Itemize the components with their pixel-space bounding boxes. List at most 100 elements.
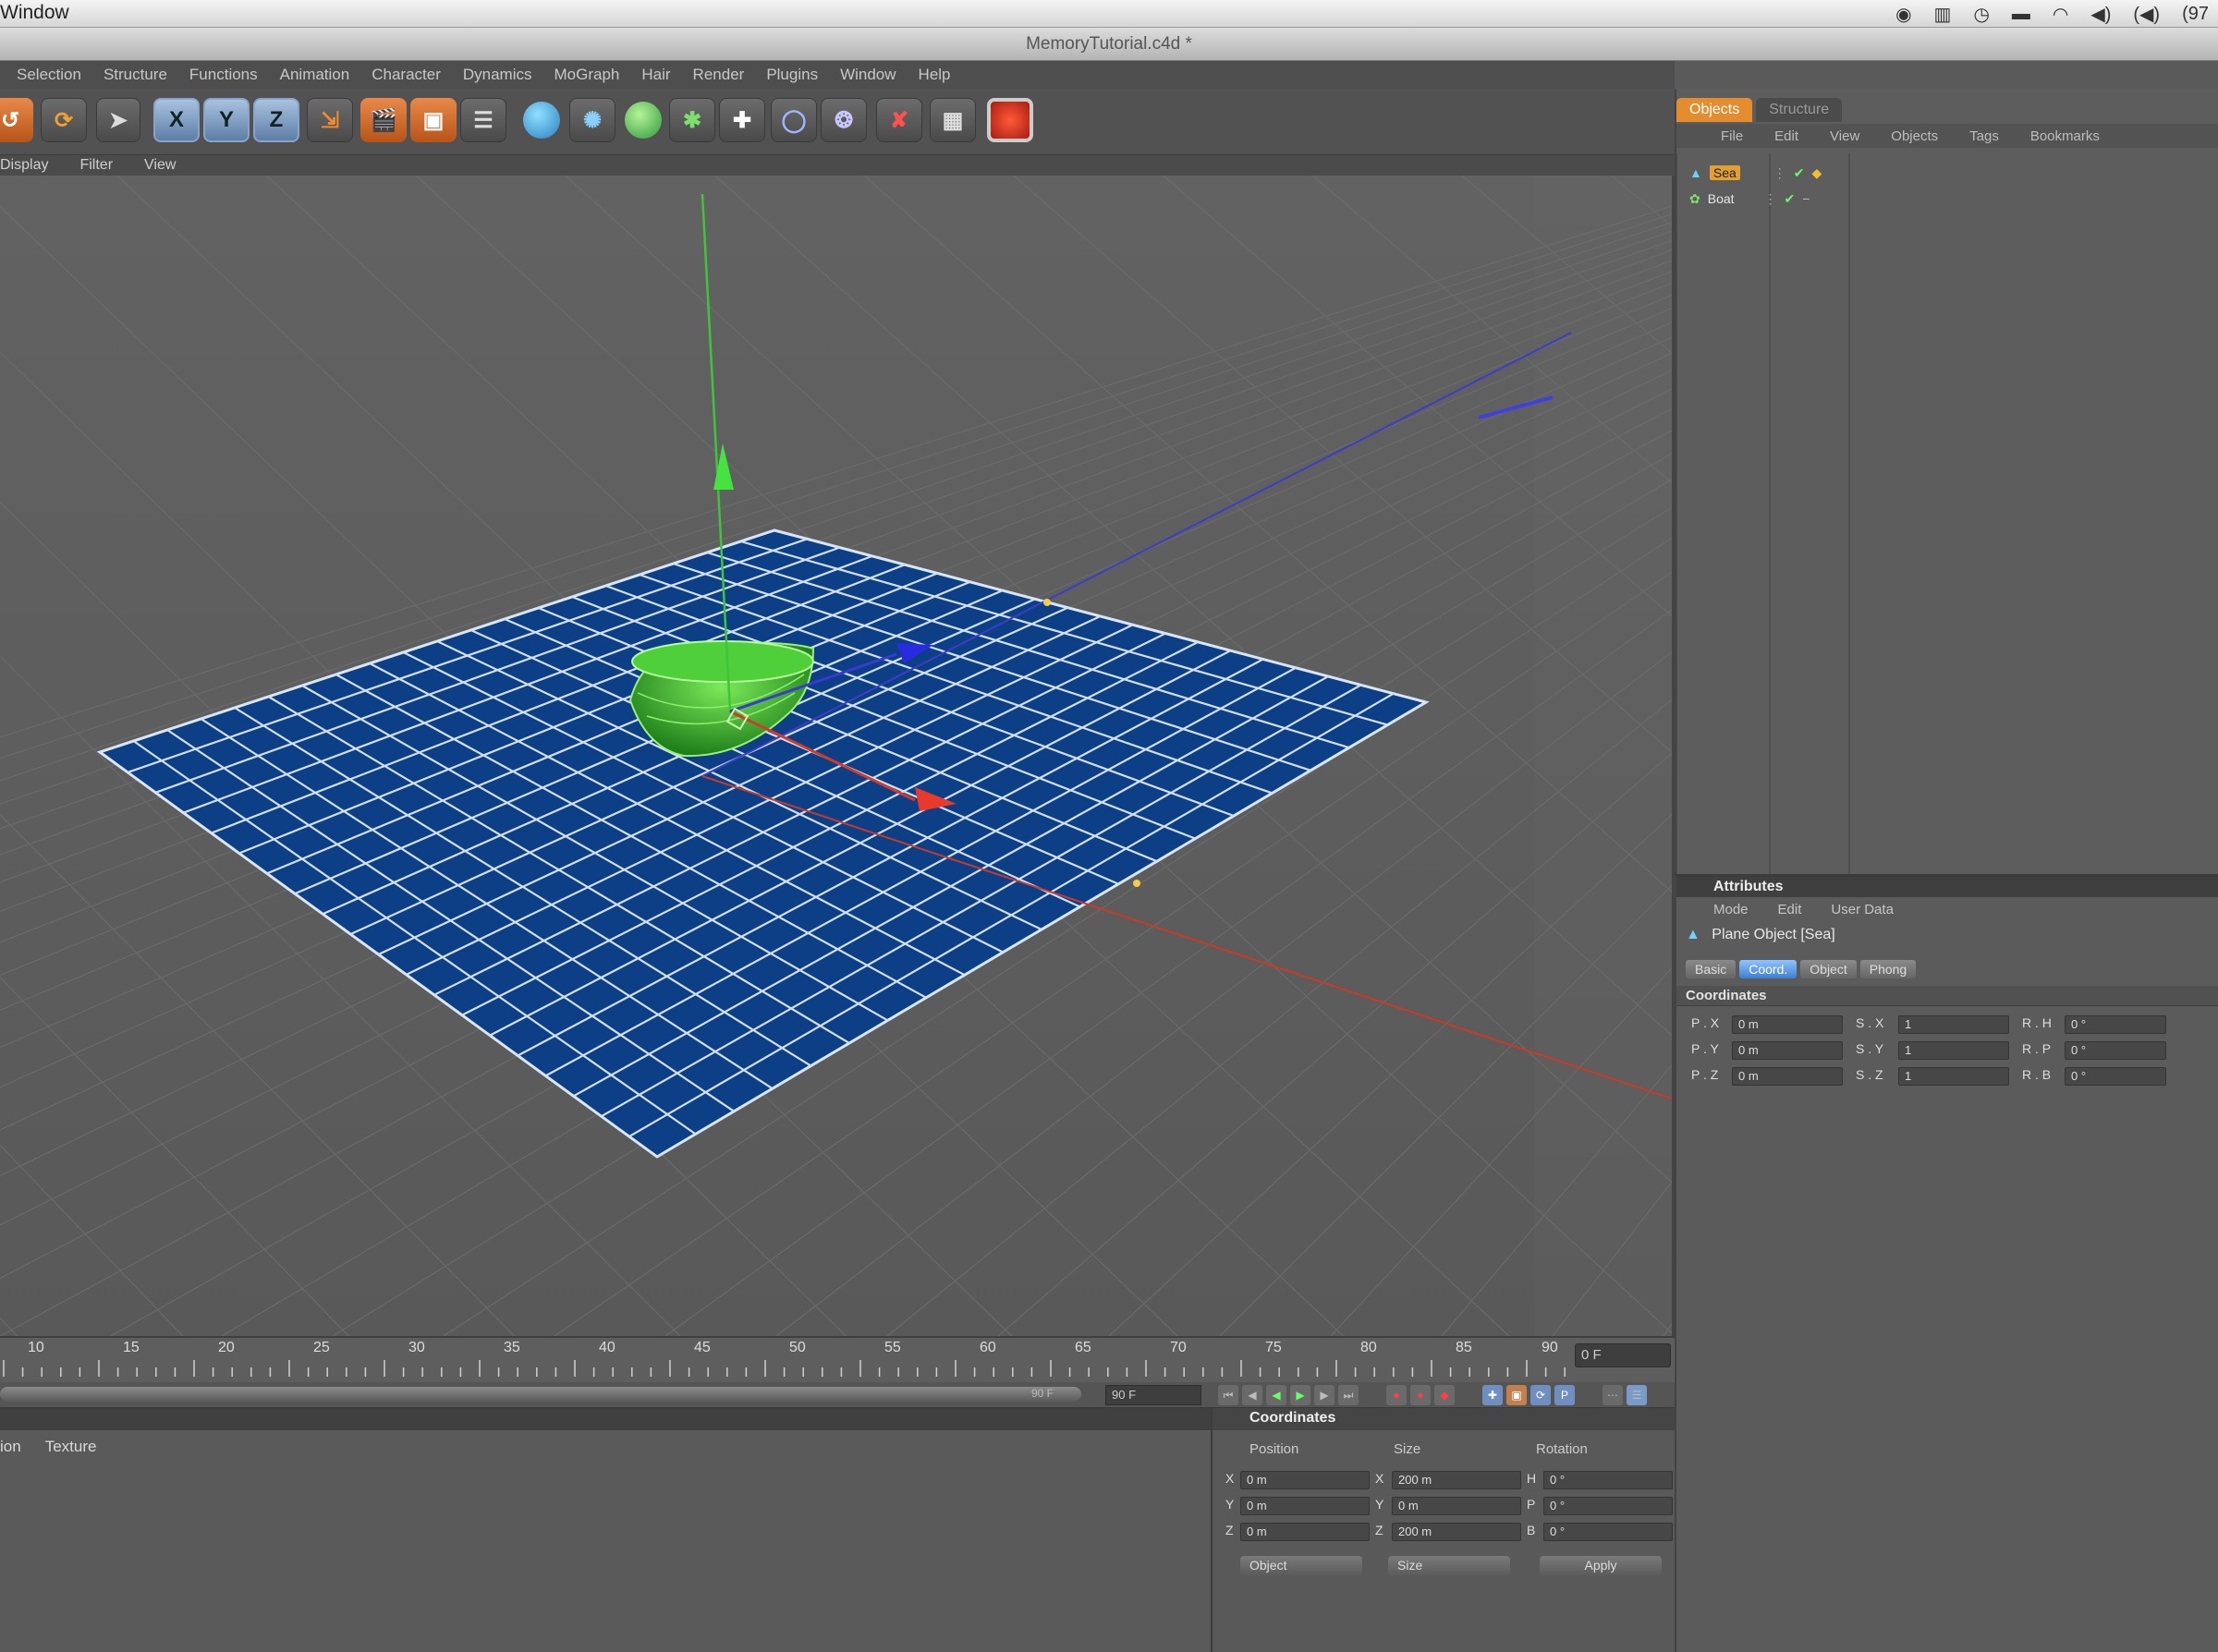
position-key-icon[interactable]: ✚: [1482, 1385, 1503, 1405]
tab-coord[interactable]: Coord.: [1739, 960, 1798, 978]
viewport-menu-display[interactable]: Display: [0, 157, 48, 174]
phong-tag-icon[interactable]: −: [1802, 191, 1810, 206]
spline-pen-icon[interactable]: ✺: [569, 98, 615, 142]
z-axis-lock-button[interactable]: Z: [253, 98, 299, 142]
size-z-field[interactable]: 200 m: [1392, 1523, 1521, 1541]
go-to-start-icon[interactable]: ⏮: [1218, 1385, 1238, 1405]
rotate-tool-icon[interactable]: ⟳: [41, 98, 87, 142]
tab-basic[interactable]: Basic: [1686, 960, 1737, 978]
menu-structure[interactable]: Structure: [104, 66, 167, 84]
material-menu-function[interactable]: ion: [0, 1438, 21, 1456]
material-menu-texture[interactable]: Texture: [45, 1438, 97, 1456]
position-y-field[interactable]: 0 m: [1240, 1497, 1370, 1515]
coord-mode-dropdown[interactable]: Object: [1240, 1556, 1362, 1576]
perspective-viewport[interactable]: [0, 176, 1675, 1336]
timeline-range-slider[interactable]: 90 F: [0, 1387, 1081, 1402]
coordinate-system-icon[interactable]: ⇲: [307, 98, 353, 142]
rotation-h-field[interactable]: 0 °: [1543, 1471, 1673, 1489]
object-name-sea[interactable]: Sea: [1709, 165, 1740, 180]
go-to-end-icon[interactable]: ⏭: [1338, 1385, 1359, 1405]
plane-handle-point[interactable]: [1133, 880, 1140, 887]
display-icon[interactable]: ▥: [1934, 3, 1952, 26]
play-forward-icon[interactable]: ▶: [1290, 1385, 1310, 1405]
autokey-icon[interactable]: ●: [1410, 1385, 1431, 1405]
position-z-field[interactable]: 0 m: [1240, 1523, 1370, 1541]
keyframe-selection-icon[interactable]: ◆: [1434, 1385, 1455, 1405]
attr-menu-mode[interactable]: Mode: [1713, 902, 1749, 917]
menu-hair[interactable]: Hair: [641, 66, 670, 84]
position-z-param[interactable]: 0 m: [1732, 1067, 1843, 1086]
timeline-ruler[interactable]: 10 15 20 25 30 35 40 45 50 55 60 65 70 7…: [0, 1336, 1675, 1382]
cube-primitive-icon[interactable]: [523, 102, 560, 139]
menu-plugins[interactable]: Plugins: [766, 66, 818, 84]
visibility-dots-icon[interactable]: ⋮: [1773, 165, 1786, 181]
layout-icon[interactable]: ▦: [930, 98, 976, 142]
audio-icon[interactable]: (◀): [2133, 3, 2160, 26]
plane-handle-point[interactable]: [1043, 599, 1051, 606]
battery-status[interactable]: (97: [2182, 4, 2209, 25]
previous-key-icon[interactable]: ◀: [1242, 1385, 1262, 1405]
render-picture-viewer-icon[interactable]: ▣: [410, 98, 457, 142]
monitor-icon[interactable]: ▬: [2012, 4, 2030, 25]
y-axis-lock-button[interactable]: Y: [203, 98, 250, 142]
scale-x-param[interactable]: 1: [1898, 1015, 2009, 1034]
menu-mograph[interactable]: MoGraph: [554, 66, 620, 84]
apply-button[interactable]: Apply: [1540, 1556, 1662, 1576]
render-view-icon[interactable]: 🎬: [360, 98, 407, 142]
menu-functions[interactable]: Functions: [189, 66, 258, 84]
object-row-boat[interactable]: ✿ Boat ⋮ ✔ −: [1689, 187, 1810, 211]
object-name-boat[interactable]: Boat: [1708, 191, 1735, 206]
current-frame-field[interactable]: 0 F: [1575, 1343, 1671, 1367]
scale-y-param[interactable]: 1: [1898, 1041, 2009, 1060]
size-x-field[interactable]: 200 m: [1392, 1471, 1521, 1489]
x-axis-lock-button[interactable]: X: [153, 98, 200, 142]
select-arrow-icon[interactable]: ➤: [96, 98, 140, 142]
position-x-field[interactable]: 0 m: [1240, 1471, 1370, 1489]
enabled-check-icon[interactable]: ✔: [1794, 165, 1805, 181]
size-y-field[interactable]: 0 m: [1392, 1497, 1521, 1515]
camera-icon[interactable]: ❂: [821, 98, 867, 142]
time-machine-icon[interactable]: ◷: [1973, 3, 1989, 26]
rotation-p-param[interactable]: 0 °: [2065, 1041, 2166, 1060]
rotation-key-icon[interactable]: ⟳: [1530, 1385, 1551, 1405]
attr-menu-edit[interactable]: Edit: [1778, 902, 1802, 917]
wifi-icon[interactable]: ◠: [2053, 3, 2068, 26]
rotation-p-field[interactable]: 0 °: [1543, 1497, 1673, 1515]
enabled-check-icon[interactable]: ✔: [1785, 191, 1796, 207]
screen-record-icon[interactable]: ◉: [1895, 3, 1911, 26]
om-menu-tags[interactable]: Tags: [1969, 128, 1999, 144]
rotation-b-param[interactable]: 0 °: [2065, 1067, 2166, 1086]
menu-animation[interactable]: Animation: [280, 66, 350, 84]
volume-icon[interactable]: ◀): [2090, 3, 2111, 26]
viewport-menu-filter[interactable]: Filter: [79, 157, 113, 174]
tab-phong[interactable]: Phong: [1859, 960, 1917, 978]
menu-help[interactable]: Help: [919, 66, 951, 84]
scale-z-param[interactable]: 1: [1898, 1067, 2009, 1086]
texture-tag-icon[interactable]: ◆: [1812, 165, 1822, 181]
parameter-key-icon[interactable]: P: [1554, 1385, 1575, 1405]
light-icon[interactable]: ✘: [876, 98, 922, 142]
menu-character[interactable]: Character: [372, 66, 441, 84]
object-row-sea[interactable]: ▲ Sea ⋮ ✔ ◆: [1689, 161, 1822, 185]
rotation-b-field[interactable]: 0 °: [1543, 1523, 1673, 1541]
coord-size-dropdown[interactable]: Size: [1388, 1556, 1510, 1576]
viewport-menu-view[interactable]: View: [144, 157, 176, 174]
array-icon[interactable]: ✱: [669, 98, 715, 142]
rotation-h-param[interactable]: 0 °: [2065, 1015, 2166, 1034]
end-frame-field[interactable]: 90 F: [1105, 1385, 1201, 1405]
om-menu-view[interactable]: View: [1830, 128, 1859, 144]
tab-objects[interactable]: Objects: [1676, 98, 1753, 122]
om-menu-objects[interactable]: Objects: [1891, 128, 1938, 144]
play-backward-icon[interactable]: ◀: [1266, 1385, 1286, 1405]
position-x-param[interactable]: 0 m: [1732, 1015, 1843, 1034]
om-menu-file[interactable]: File: [1721, 128, 1743, 144]
scale-key-icon[interactable]: ▣: [1506, 1385, 1527, 1405]
position-y-param[interactable]: 0 m: [1732, 1041, 1843, 1060]
app-menu-window[interactable]: Window: [0, 2, 69, 24]
render-settings-icon[interactable]: ☰: [460, 98, 506, 142]
tab-object[interactable]: Object: [1800, 960, 1857, 978]
menu-selection[interactable]: Selection: [17, 66, 81, 84]
nurbs-icon[interactable]: [625, 102, 662, 139]
om-menu-edit[interactable]: Edit: [1774, 128, 1798, 144]
tab-structure[interactable]: Structure: [1756, 98, 1843, 122]
